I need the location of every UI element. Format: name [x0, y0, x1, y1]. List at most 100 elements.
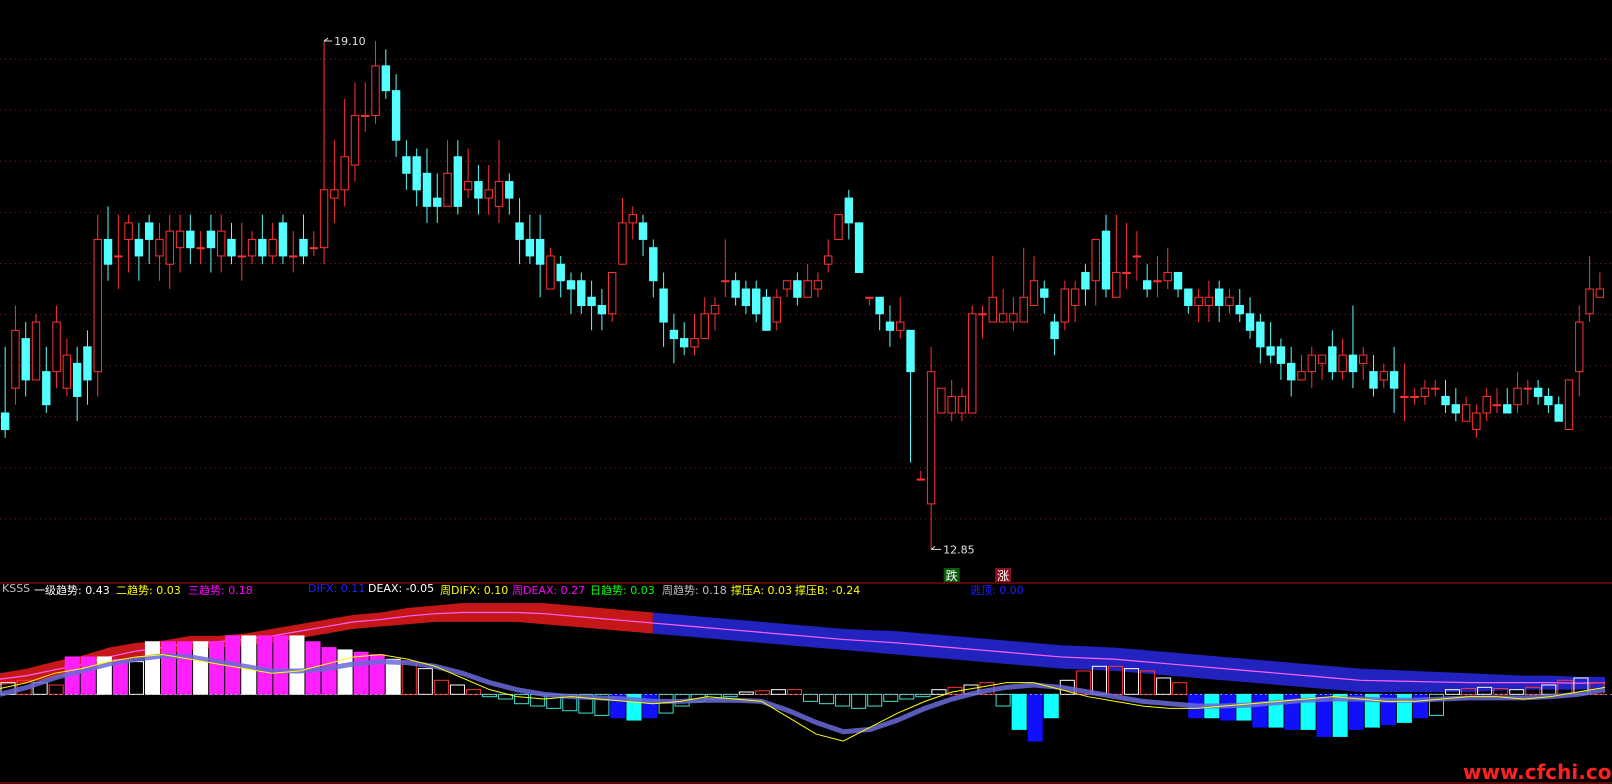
histogram-bar	[803, 693, 819, 702]
candle-body	[402, 156, 411, 174]
histogram-bar	[161, 641, 177, 695]
candle-body	[1564, 379, 1574, 431]
candle-body	[175, 230, 185, 249]
candle-body	[237, 255, 246, 258]
candle-body	[330, 189, 339, 199]
slow-trend-line	[0, 653, 1606, 735]
candle-body	[968, 313, 977, 414]
candle-body	[1019, 296, 1028, 323]
candle-body	[1400, 395, 1409, 398]
candle-body	[494, 181, 504, 207]
candle-body	[731, 280, 740, 298]
candle-body	[340, 156, 349, 191]
candle-body	[690, 338, 699, 348]
candle-body	[875, 296, 884, 315]
candle-body	[443, 172, 452, 207]
candle-body	[361, 114, 370, 117]
candle-body	[741, 288, 751, 307]
candle-body	[926, 371, 936, 505]
candle-body	[1060, 288, 1070, 323]
candle-body	[391, 90, 401, 141]
candle-body	[1544, 395, 1553, 406]
candle-body	[638, 222, 648, 240]
candle-body	[1214, 288, 1224, 307]
candle-body	[505, 181, 514, 199]
histogram-bar	[337, 649, 353, 695]
candle-body	[1461, 404, 1471, 422]
candle-body	[854, 222, 864, 273]
candle-body	[1276, 346, 1286, 364]
candle-body	[1286, 362, 1296, 381]
histogram-bar	[851, 693, 867, 709]
fall-signal-label: 跌	[946, 568, 958, 583]
stock-chart: 19.10 12.85 跌 涨 www.cfchi.com	[0, 35, 1612, 784]
histogram-bar	[835, 693, 851, 707]
candle-body	[350, 114, 360, 166]
max-marker	[323, 37, 333, 42]
histogram-bar	[482, 693, 498, 698]
candle-body	[515, 222, 524, 240]
histogram-bar	[449, 684, 465, 695]
candle-body	[83, 346, 92, 381]
candle-body	[1523, 387, 1533, 390]
candle-body	[1070, 288, 1080, 307]
candle-body	[587, 296, 596, 307]
candle-body	[916, 478, 926, 481]
readout-7: 日趋势: 0.03	[590, 584, 655, 597]
candle-body	[422, 172, 432, 207]
candle-body	[1328, 346, 1337, 373]
candle-body	[947, 395, 956, 414]
candle-body	[1492, 404, 1502, 407]
candle-body	[844, 197, 854, 224]
candle-body	[1359, 354, 1368, 364]
candle-body	[1142, 280, 1152, 290]
candle-body	[1153, 280, 1162, 283]
candle-body	[1533, 387, 1543, 397]
histogram-bar	[883, 693, 899, 702]
candle-body	[525, 238, 535, 257]
readout-3: DIFX: 0.11	[308, 582, 366, 595]
candle-body	[906, 329, 915, 373]
candle-body	[1441, 395, 1450, 406]
candle-body	[1420, 387, 1430, 397]
candle-body	[371, 65, 380, 116]
candle-body	[433, 197, 442, 207]
histogram-bar	[819, 693, 835, 705]
candle-body	[1379, 371, 1389, 381]
candle-body	[577, 280, 586, 307]
candle-body	[268, 238, 277, 257]
candle-body	[1575, 321, 1584, 373]
candle-body	[309, 247, 319, 250]
max-price-label: 19.10	[334, 35, 366, 48]
candle-body	[134, 238, 144, 257]
histogram-bar	[995, 693, 1011, 707]
candle-body	[1317, 354, 1327, 364]
candle-body	[710, 305, 720, 315]
candle-body	[607, 271, 617, 315]
candle-body	[659, 288, 668, 323]
readout-4: DEAX: -0.05	[368, 582, 435, 595]
readout-5: 周DIFX: 0.10	[440, 584, 509, 597]
candle-body	[21, 338, 30, 381]
candle-body	[885, 321, 895, 331]
candle-body	[1410, 395, 1419, 398]
candle-body	[144, 222, 154, 240]
candle-body	[474, 181, 483, 199]
candle-body	[186, 230, 195, 249]
histogram-bar	[1043, 693, 1059, 719]
candle-body	[299, 238, 308, 257]
candle-body	[62, 354, 72, 389]
candle-body	[751, 288, 761, 315]
histogram-bar	[1509, 689, 1525, 695]
candle-body	[762, 296, 771, 331]
candle-body	[998, 313, 1008, 323]
histogram-bar	[1027, 693, 1043, 742]
trend-band-blue	[652, 612, 1605, 693]
watermark: www.cfchi.com	[1463, 760, 1612, 784]
readout-2: 三趋势: 0.18	[188, 584, 253, 597]
candle-body	[258, 238, 267, 257]
candle-body	[649, 247, 658, 282]
histogram-bar	[177, 641, 193, 695]
histogram-bar	[193, 641, 209, 695]
readout-8: 周趋势: 0.18	[662, 584, 727, 597]
